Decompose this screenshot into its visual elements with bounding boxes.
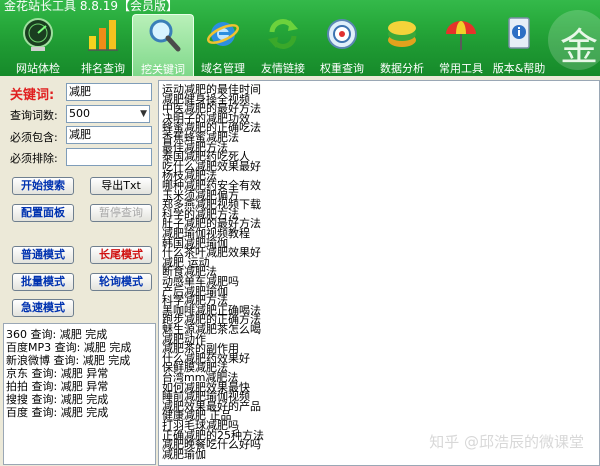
log-line: 百度 查询: 减肥 完成 — [6, 406, 109, 419]
must-exclude-label: 必须排除: — [10, 152, 58, 165]
tool-label: 版本&帮助 — [492, 62, 546, 75]
magnifier-icon — [149, 19, 181, 52]
must-exclude-input[interactable] — [66, 148, 152, 166]
tool-domain-manage[interactable]: 域名管理 — [192, 14, 254, 76]
must-include-input[interactable]: 减肥 — [66, 126, 152, 144]
chart-globe-icon — [23, 18, 53, 51]
pause-query-button[interactable]: 暂停查询 — [90, 204, 152, 222]
target-icon — [327, 19, 357, 49]
export-txt-button[interactable]: 导出Txt — [90, 177, 152, 195]
keyword-label: 关键词: — [10, 88, 55, 103]
info-icon — [508, 17, 530, 49]
config-panel-button[interactable]: 配置面板 — [12, 204, 74, 222]
data-stack-icon — [388, 21, 416, 47]
window-title: 金花站长工具 8.8.19【会员版】 — [4, 0, 178, 13]
query-count-label: 查询词数: — [10, 109, 58, 122]
keyword-input[interactable]: 减肥 — [66, 83, 152, 101]
fast-mode-button[interactable]: 急速模式 — [12, 299, 74, 317]
brand-logo: 金 — [559, 25, 598, 69]
batch-mode-button[interactable]: 批量模式 — [12, 273, 74, 291]
toolbar: 金花站长工具 8.8.19【会员版】 金 网站体检 排名查询 挖关键词 域名管理… — [0, 0, 600, 76]
umbrella-icon — [446, 21, 476, 50]
refresh-icon — [268, 19, 298, 49]
tool-site-check[interactable]: 网站体检 — [7, 14, 69, 76]
tool-weight-query[interactable]: 权重查询 — [311, 14, 373, 76]
results-list[interactable]: 运动减肥的最佳时间 减肥健身操全视频 中医减肥的最好方法 决明子的减肥功效 蜂蜜… — [158, 80, 600, 466]
query-count-value: 500 — [69, 107, 90, 120]
list-item[interactable]: 减肥瑜伽 — [162, 449, 206, 460]
query-log[interactable]: 360 查询: 减肥 完成 百度MP3 查询: 减肥 完成 新浪微博 查询: 减… — [3, 323, 156, 465]
normal-mode-button[interactable]: 普通模式 — [12, 246, 74, 264]
ie-icon — [207, 22, 239, 46]
chevron-down-icon[interactable]: ▼ — [140, 106, 147, 122]
tool-rank-query[interactable]: 排名查询 — [72, 14, 134, 76]
longtail-mode-button[interactable]: 长尾模式 — [90, 246, 152, 264]
tool-version-help[interactable]: 版本&帮助 — [488, 14, 550, 76]
start-search-button[interactable]: 开始搜索 — [12, 177, 74, 195]
watermark: 知乎 @邱浩辰的微课堂 — [429, 433, 584, 451]
tool-keyword-mining[interactable]: 挖关键词 — [132, 14, 194, 76]
rotation-mode-button[interactable]: 轮询模式 — [90, 273, 152, 291]
bar-chart-icon — [88, 20, 118, 51]
tool-label: 网站体检 — [16, 62, 60, 75]
must-include-label: 必须包含: — [10, 131, 58, 144]
query-count-select[interactable]: 500 ▼ — [66, 105, 150, 123]
